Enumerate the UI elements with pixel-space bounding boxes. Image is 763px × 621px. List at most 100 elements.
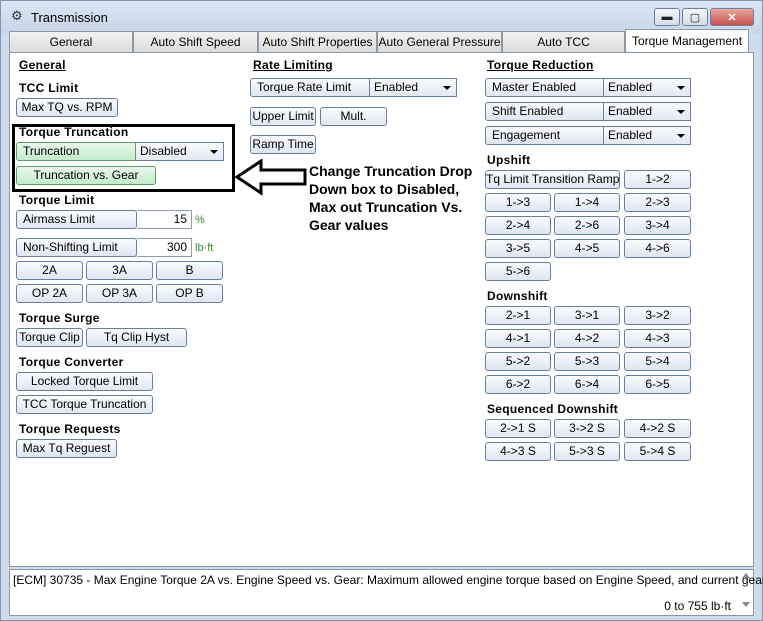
downshift-6-4-button[interactable]: 6->4: [554, 375, 620, 394]
upshift-3-5-button[interactable]: 3->5: [485, 239, 551, 258]
tcc-torque-truncation-button[interactable]: TCC Torque Truncation: [16, 395, 153, 414]
non-shifting-limit-input[interactable]: 300: [137, 238, 192, 257]
limit-b-button[interactable]: B: [156, 261, 223, 280]
seq-4-3-s-button[interactable]: 4->3 S: [485, 442, 551, 461]
chevron-down-icon: [443, 86, 451, 90]
non-shifting-limit-button[interactable]: Non-Shifting Limit: [16, 238, 137, 257]
torque-rate-limit-button[interactable]: Torque Rate Limit: [250, 78, 370, 97]
airmass-limit-input[interactable]: 15: [137, 210, 192, 229]
close-button[interactable]: ✕: [710, 8, 754, 26]
tab-auto-general-pressure[interactable]: Auto General Pressure: [377, 31, 502, 52]
limit-op-b-button[interactable]: OP B: [156, 284, 223, 303]
engagement-dropdown[interactable]: Enabled: [604, 126, 691, 145]
window-title: Transmission: [31, 10, 108, 25]
transmission-window: ⚙ Transmission ▬ ▢ ✕ General Auto Shift …: [0, 0, 763, 621]
scroll-down-icon[interactable]: [742, 602, 750, 607]
limit-op-2a-button[interactable]: OP 2A: [16, 284, 83, 303]
upper-limit-button[interactable]: Upper Limit: [250, 107, 316, 126]
rate-limiting-heading: Rate Limiting: [253, 58, 333, 72]
downshift-6-2-button[interactable]: 6->2: [485, 375, 551, 394]
limit-3a-button[interactable]: 3A: [86, 261, 153, 280]
non-shifting-unit: lb·ft: [195, 242, 214, 254]
torque-rate-limit-value: Enabled: [374, 80, 419, 94]
max-tq-vs-rpm-button[interactable]: Max TQ vs. RPM: [16, 98, 118, 117]
upshift-4-5-button[interactable]: 4->5: [554, 239, 620, 258]
shift-enabled-value: Enabled: [608, 104, 653, 118]
master-enabled-button[interactable]: Master Enabled: [485, 78, 604, 97]
downshift-5-3-button[interactable]: 5->3: [554, 352, 620, 371]
torque-converter-heading: Torque Converter: [19, 355, 124, 369]
torque-limit-heading: Torque Limit: [19, 193, 95, 207]
master-enabled-dropdown[interactable]: Enabled: [604, 78, 691, 97]
seq-3-2-s-button[interactable]: 3->2 S: [554, 419, 620, 438]
status-range: 0 to 755 lb·ft: [664, 599, 731, 613]
annotation-highlight-box: [12, 124, 235, 192]
tq-limit-transition-ramp-button[interactable]: Tq Limit Transition Ramp: [485, 170, 620, 189]
chevron-down-icon: [677, 110, 685, 114]
torque-surge-heading: Torque Surge: [19, 311, 100, 325]
tab-torque-management[interactable]: Torque Management: [625, 29, 749, 52]
airmass-unit: %: [195, 214, 205, 226]
torque-requests-heading: Torque Requests: [19, 422, 121, 436]
annotation-text: Change Truncation Drop Down box to Disab…: [309, 163, 473, 233]
seq-2-1-s-button[interactable]: 2->1 S: [485, 419, 551, 438]
seq-5-4-s-button[interactable]: 5->4 S: [624, 442, 691, 461]
upshift-1-4-button[interactable]: 1->4: [554, 193, 620, 212]
status-bar: [ECM] 30735 - Max Engine Torque 2A vs. E…: [9, 569, 763, 616]
seq-5-3-s-button[interactable]: 5->3 S: [554, 442, 620, 461]
minimize-button[interactable]: ▬: [654, 8, 680, 26]
upshift-heading: Upshift: [487, 153, 531, 167]
engagement-value: Enabled: [608, 128, 653, 142]
max-tq-request-button[interactable]: Max Tq Reguest: [16, 439, 117, 458]
chevron-down-icon: [677, 134, 685, 138]
downshift-2-1-button[interactable]: 2->1: [485, 306, 551, 325]
torque-rate-limit-dropdown[interactable]: Enabled: [370, 78, 457, 97]
downshift-4-3-button[interactable]: 4->3: [624, 329, 691, 348]
scroll-up-icon[interactable]: [742, 573, 750, 578]
limit-op-3a-button[interactable]: OP 3A: [86, 284, 153, 303]
torque-clip-button[interactable]: Torque Clip: [16, 328, 83, 347]
gear-icon: ⚙: [11, 8, 23, 23]
master-enabled-value: Enabled: [608, 80, 653, 94]
mult-button[interactable]: Mult.: [320, 107, 387, 126]
caption-buttons: ▬ ▢ ✕: [654, 8, 754, 26]
tcc-limit-heading: TCC Limit: [19, 81, 79, 95]
chevron-down-icon: [677, 86, 685, 90]
upshift-1-2-button[interactable]: 1->2: [624, 170, 691, 189]
downshift-3-2-button[interactable]: 3->2: [624, 306, 691, 325]
downshift-5-2-button[interactable]: 5->2: [485, 352, 551, 371]
upshift-4-6-button[interactable]: 4->6: [624, 239, 691, 258]
engagement-button[interactable]: Engagement: [485, 126, 604, 145]
ramp-time-button[interactable]: Ramp Time: [250, 135, 316, 154]
general-heading: General: [19, 58, 66, 72]
tab-auto-shift-speed[interactable]: Auto Shift Speed: [133, 31, 258, 52]
upshift-2-4-button[interactable]: 2->4: [485, 216, 551, 235]
tab-general[interactable]: General: [9, 31, 133, 52]
downshift-3-1-button[interactable]: 3->1: [554, 306, 620, 325]
upshift-1-3-button[interactable]: 1->3: [485, 193, 551, 212]
shift-enabled-dropdown[interactable]: Enabled: [604, 102, 691, 121]
shift-enabled-button[interactable]: Shift Enabled: [485, 102, 604, 121]
annotation-arrow-shape: [235, 159, 307, 196]
maximize-button[interactable]: ▢: [682, 8, 708, 26]
tab-auto-tcc[interactable]: Auto TCC: [502, 31, 625, 52]
limit-2a-button[interactable]: 2A: [16, 261, 83, 280]
upshift-3-4-button[interactable]: 3->4: [624, 216, 691, 235]
upshift-2-3-button[interactable]: 2->3: [624, 193, 691, 212]
downshift-4-2-button[interactable]: 4->2: [554, 329, 620, 348]
locked-torque-limit-button[interactable]: Locked Torque Limit: [16, 372, 153, 391]
annotation-arrow-icon: [235, 159, 307, 196]
sequenced-downshift-heading: Sequenced Downshift: [487, 402, 619, 416]
tab-auto-shift-properties[interactable]: Auto Shift Properties: [258, 31, 377, 52]
upshift-2-6-button[interactable]: 2->6: [554, 216, 620, 235]
tq-clip-hyst-button[interactable]: Tq Clip Hyst: [86, 328, 187, 347]
minimize-icon: ▬: [661, 11, 673, 23]
close-icon: ✕: [727, 11, 737, 24]
airmass-limit-button[interactable]: Airmass Limit: [16, 210, 137, 229]
downshift-5-4-button[interactable]: 5->4: [624, 352, 691, 371]
downshift-4-1-button[interactable]: 4->1: [485, 329, 551, 348]
upshift-5-6-button[interactable]: 5->6: [485, 262, 551, 281]
seq-4-2-s-button[interactable]: 4->2 S: [624, 419, 691, 438]
tab-strip: General Auto Shift Speed Auto Shift Prop…: [9, 29, 754, 52]
downshift-6-5-button[interactable]: 6->5: [624, 375, 691, 394]
